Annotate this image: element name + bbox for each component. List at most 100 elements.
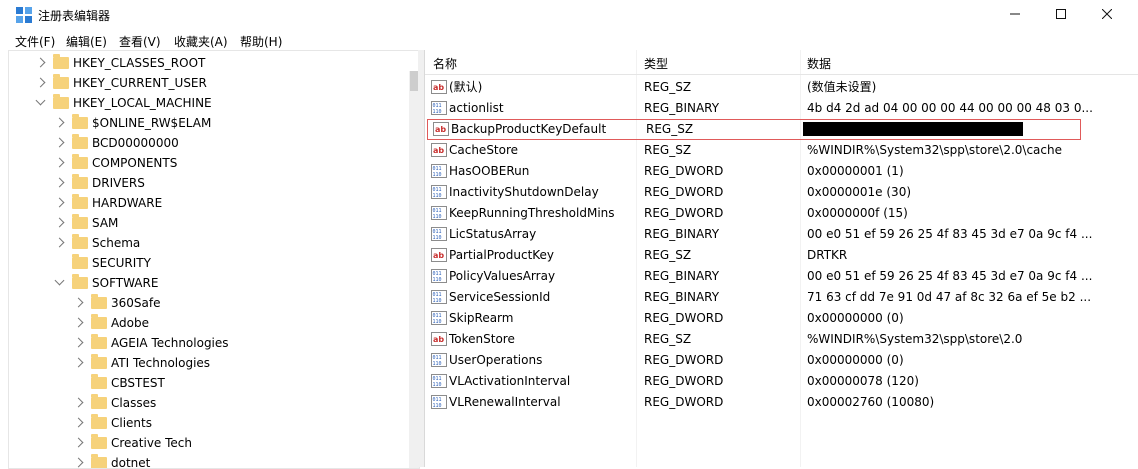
value-row[interactable]: ab TokenStore REG_SZ %WINDIR%\System32\spp\… (425, 329, 1138, 350)
chevron-down-icon[interactable] (54, 275, 65, 286)
column-header-name[interactable]: 名称 (433, 55, 457, 72)
maximize-button[interactable] (1038, 0, 1084, 30)
tree-item[interactable]: HKEY_CLASSES_ROOT (9, 53, 407, 73)
key-tree[interactable]: HKEY_CLASSES_ROOT HKEY_CURRENT_USER HKEY_L… (8, 50, 420, 469)
value-type: REG_BINARY (644, 290, 720, 304)
value-row[interactable]: 011 110 VLActivationInterval REG_DWORD 0x000… (425, 371, 1138, 392)
string-value-icon: ab (431, 143, 447, 157)
column-header-data[interactable]: 数据 (807, 55, 831, 72)
tree-item[interactable]: SAM (9, 213, 407, 233)
value-row[interactable]: ab CacheStore REG_SZ %WINDIR%\System32\spp\… (425, 140, 1138, 161)
tree-item-label: DRIVERS (92, 176, 145, 190)
column-header-type[interactable]: 类型 (644, 55, 668, 72)
chevron-right-icon[interactable] (54, 137, 65, 148)
tree-item[interactable]: Creative Tech (9, 433, 407, 453)
tree-item[interactable]: 360Safe (9, 293, 407, 313)
chevron-right-icon[interactable] (54, 217, 65, 228)
chevron-right-icon[interactable] (35, 57, 46, 68)
value-data: 0x00000001 (1) (807, 164, 904, 178)
tree-item[interactable]: ATI Technologies (9, 353, 407, 373)
svg-text:110: 110 (433, 361, 442, 367)
tree-item-label: Clients (111, 416, 152, 430)
chevron-right-icon[interactable] (73, 417, 84, 428)
chevron-right-icon[interactable] (73, 317, 84, 328)
svg-text:110: 110 (433, 319, 442, 325)
folder-icon (72, 174, 88, 189)
chevron-right-icon[interactable] (54, 177, 65, 188)
value-data: 0x0000000f (15) (807, 206, 908, 220)
chevron-right-icon[interactable] (54, 237, 65, 248)
tree-item[interactable]: HARDWARE (9, 193, 407, 213)
chevron-right-icon[interactable] (73, 397, 84, 408)
chevron-right-icon[interactable] (73, 457, 84, 468)
chevron-right-icon[interactable] (73, 297, 84, 308)
tree-item[interactable]: COMPONENTS (9, 153, 407, 173)
chevron-right-icon[interactable] (54, 117, 65, 128)
value-row[interactable]: 011 110 VLRenewalInterval REG_DWORD 0x000027… (425, 392, 1138, 413)
menu-file[interactable]: 文件(F) (15, 33, 55, 50)
value-row[interactable]: ab (默认) REG_SZ (数值未设置) (425, 77, 1138, 98)
chevron-right-icon[interactable] (73, 337, 84, 348)
tree-item-label: AGEIA Technologies (111, 336, 229, 350)
value-row[interactable]: ab PartialProductKey REG_SZ DRTKR (425, 245, 1138, 266)
value-row[interactable]: 011 110 HasOOBERun REG_DWORD 0x00000001 (1) (425, 161, 1138, 182)
value-row[interactable]: ab BackupProductKeyDefault REG_SZ (427, 119, 1081, 140)
svg-text:ab: ab (435, 125, 446, 134)
value-type: REG_DWORD (644, 206, 724, 220)
tree-item[interactable]: HKEY_LOCAL_MACHINE (9, 93, 407, 113)
value-row[interactable]: 011 110 actionlist REG_BINARY 4b d4 2d ad 04… (425, 98, 1138, 119)
values-list[interactable]: 名称 类型 数据 ab (默认) REG_SZ (数值未设置) 011 110 action… (424, 50, 1138, 467)
menu-help[interactable]: 帮助(H) (240, 33, 282, 50)
menu-favorites[interactable]: 收藏夹(A) (174, 33, 228, 50)
tree-item[interactable]: CBSTEST (9, 373, 407, 393)
value-name: CacheStore (449, 143, 519, 157)
chevron-right-icon[interactable] (73, 357, 84, 368)
value-type: REG_SZ (644, 80, 692, 94)
value-name: LicStatusArray (449, 227, 537, 241)
tree-item[interactable]: AGEIA Technologies (9, 333, 407, 353)
folder-icon (53, 94, 69, 109)
tree-item-label: Classes (111, 396, 157, 410)
svg-text:110: 110 (433, 235, 442, 241)
tree-item-label: Schema (92, 236, 141, 250)
value-name: TokenStore (449, 332, 515, 346)
value-data: 00 e0 51 ef 59 26 25 4f 83 45 3d e7 0a 9… (807, 227, 1093, 241)
close-icon (1101, 8, 1113, 20)
tree-item[interactable]: SOFTWARE (9, 273, 407, 293)
value-row[interactable]: 011 110 UserOperations REG_DWORD 0x00000000 … (425, 350, 1138, 371)
chevron-right-icon[interactable] (54, 197, 65, 208)
folder-icon (72, 254, 88, 269)
close-button[interactable] (1084, 0, 1130, 30)
tree-item[interactable]: Clients (9, 413, 407, 433)
value-row[interactable]: 011 110 LicStatusArray REG_BINARY 00 e0 51 e… (425, 224, 1138, 245)
chevron-right-icon[interactable] (54, 157, 65, 168)
tree-item-label: HARDWARE (92, 196, 163, 210)
tree-item[interactable]: BCD00000000 (9, 133, 407, 153)
menu-view[interactable]: 查看(V) (119, 33, 161, 50)
list-header: 名称 类型 数据 (425, 50, 1138, 75)
value-row[interactable]: 011 110 SkipRearm REG_DWORD 0x00000000 (0) (425, 308, 1138, 329)
value-row[interactable]: 011 110 PolicyValuesArray REG_BINARY 00 e0 5… (425, 266, 1138, 287)
value-name: actionlist (449, 101, 504, 115)
binary-value-icon: 011110 (431, 269, 447, 283)
tree-item[interactable]: Schema (9, 233, 407, 253)
value-row[interactable]: 011 110 KeepRunningThresholdMins REG_DWORD 0… (425, 203, 1138, 224)
tree-item[interactable]: SECURITY (9, 253, 407, 273)
tree-item[interactable]: Classes (9, 393, 407, 413)
folder-icon (91, 454, 107, 468)
menu-edit[interactable]: 编辑(E) (66, 33, 107, 50)
tree-item[interactable]: Adobe (9, 313, 407, 333)
svg-text:110: 110 (433, 172, 442, 178)
value-type: REG_SZ (644, 143, 692, 157)
chevron-down-icon[interactable] (35, 95, 46, 106)
value-row[interactable]: 011 110 InactivityShutdownDelay REG_DWORD 0x… (425, 182, 1138, 203)
tree-item[interactable]: $ONLINE_RW$ELAM (9, 113, 407, 133)
chevron-right-icon[interactable] (35, 77, 46, 88)
tree-item[interactable]: DRIVERS (9, 173, 407, 193)
value-name: PolicyValuesArray (449, 269, 556, 283)
tree-item[interactable]: HKEY_CURRENT_USER (9, 73, 407, 93)
tree-item-label: 360Safe (111, 296, 161, 310)
chevron-right-icon[interactable] (73, 437, 84, 448)
minimize-button[interactable] (992, 0, 1038, 30)
value-row[interactable]: 011 110 ServiceSessionId REG_BINARY 71 63 cf… (425, 287, 1138, 308)
